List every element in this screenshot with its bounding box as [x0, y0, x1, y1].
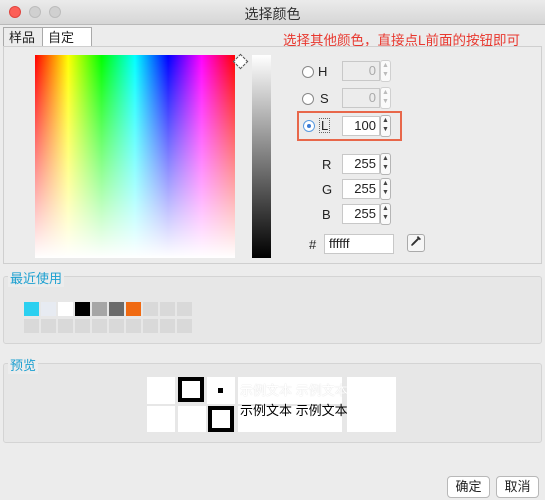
label-l: L [319, 118, 331, 133]
hex-input[interactable]: ffffff [324, 234, 394, 254]
color-chooser-window: 选择颜色 样品 自定义 选择其他颜色，直接点L前面的按钮即可 H 0 ▲▼ S … [0, 0, 545, 500]
recent-swatch[interactable] [143, 302, 158, 316]
recent-swatch[interactable] [41, 302, 56, 316]
recent-swatch[interactable] [143, 319, 158, 333]
preview-swatch [178, 377, 204, 402]
stepper-r[interactable]: ▲ ▼ [380, 153, 391, 175]
recent-swatch[interactable] [109, 319, 124, 333]
eyedropper-button[interactable] [407, 234, 425, 252]
label-h: H [318, 64, 328, 79]
label-b: B [322, 207, 331, 222]
recent-swatch[interactable] [177, 302, 192, 316]
window-title: 选择颜色 [244, 6, 301, 22]
recent-swatch[interactable] [160, 302, 175, 316]
recent-swatch[interactable] [177, 319, 192, 333]
stepper-h[interactable]: ▲ ▼ [380, 60, 391, 82]
preview-swatch [178, 406, 206, 432]
preview-large-swatch [347, 377, 396, 432]
recent-swatch[interactable] [92, 319, 107, 333]
ok-button[interactable]: 确定 [447, 476, 490, 498]
label-hex: # [309, 237, 317, 252]
recent-swatch[interactable] [126, 319, 141, 333]
label-s: S [320, 91, 329, 106]
eyedropper-icon [410, 236, 422, 250]
radio-h[interactable] [302, 66, 314, 78]
recent-swatch[interactable] [58, 302, 73, 316]
lightness-slider[interactable] [252, 55, 271, 258]
recent-swatch[interactable] [75, 319, 90, 333]
preview-swatch [207, 377, 235, 404]
preview-swatch [147, 406, 175, 432]
stepper-l[interactable]: ▲ ▼ [380, 115, 391, 137]
recent-swatch[interactable] [24, 319, 39, 333]
stepper-s[interactable]: ▲ ▼ [380, 87, 391, 109]
recent-swatch[interactable] [24, 302, 39, 316]
preview-swatch [208, 406, 234, 432]
radio-s[interactable] [302, 93, 314, 105]
recent-swatch[interactable] [92, 302, 107, 316]
tab-custom[interactable]: 自定义 [42, 27, 92, 65]
recent-swatch[interactable] [126, 302, 141, 316]
preview-text-black: 示例文本 示例文本 [240, 403, 348, 418]
preview-title: 预览 [8, 355, 39, 374]
field-l[interactable]: 100 [342, 116, 380, 136]
radio-l[interactable] [303, 120, 315, 132]
field-r[interactable]: 255 [342, 154, 380, 174]
tab-swatches[interactable]: 样品 [3, 27, 43, 47]
preview-text-white: 示例文本 示例文本 [240, 383, 348, 398]
label-g: G [322, 182, 333, 197]
title-bar: 选择颜色 [0, 0, 545, 25]
field-g[interactable]: 255 [342, 179, 380, 199]
stepper-b[interactable]: ▲ ▼ [380, 203, 391, 225]
recent-swatch[interactable] [75, 302, 90, 316]
field-h[interactable]: 0 [342, 61, 380, 81]
preview-swatch [147, 377, 175, 404]
field-s[interactable]: 0 [342, 88, 380, 108]
field-b[interactable]: 255 [342, 204, 380, 224]
preview-dot [218, 388, 223, 393]
recent-swatch[interactable] [58, 319, 73, 333]
cancel-button[interactable]: 取消 [496, 476, 539, 498]
label-r: R [322, 157, 332, 172]
recent-swatch[interactable] [160, 319, 175, 333]
recent-swatch[interactable] [41, 319, 56, 333]
recent-title: 最近使用 [8, 268, 65, 287]
recent-swatch[interactable] [109, 302, 124, 316]
stepper-g[interactable]: ▲ ▼ [380, 178, 391, 200]
color-spectrum[interactable] [35, 55, 235, 258]
